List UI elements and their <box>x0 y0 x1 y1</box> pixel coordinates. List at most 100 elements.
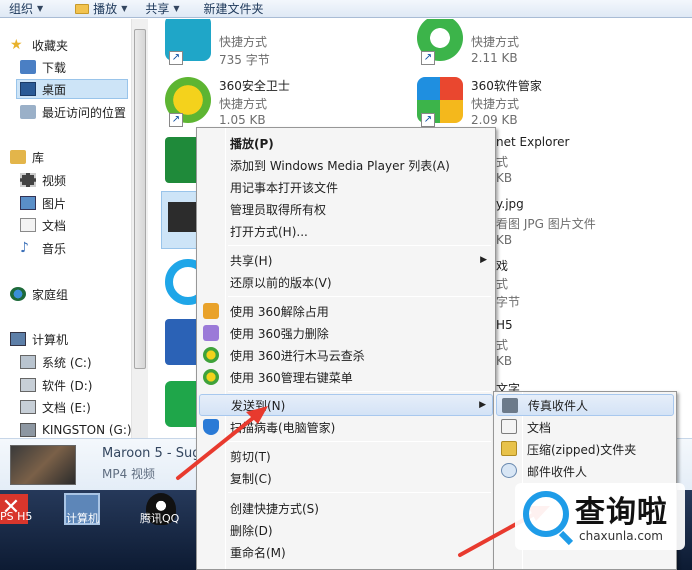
jpg-size: KB <box>496 233 513 247</box>
menu-rename[interactable]: 重命名(M) <box>199 541 493 563</box>
nav-computer[interactable]: 计算机 <box>10 329 68 349</box>
menu-360-unlock[interactable]: 使用 360解除占用 <box>199 300 493 322</box>
nav-pictures[interactable]: 图片 <box>20 193 66 213</box>
nav-drive-g[interactable]: KINGSTON (G:) <box>20 420 131 438</box>
nav-drive-d[interactable]: 软件 (D:) <box>20 375 92 395</box>
watermark: 查询啦 chaxunla.com <box>515 483 685 550</box>
shortcut-arrow-icon: ↗ <box>421 113 435 127</box>
menu-360-force-delete[interactable]: 使用 360强力删除 <box>199 322 493 344</box>
selected-file-title: Maroon 5 - Sug <box>102 446 201 461</box>
menu-label: 使用 360进行木马云查杀 <box>230 348 365 363</box>
share-label: 共享 <box>145 2 170 16</box>
ie-name: net Explorer <box>496 135 570 149</box>
nav-favorites[interactable]: ★ 收藏夹 <box>10 35 68 55</box>
sendto-documents[interactable]: 文档 <box>496 416 674 438</box>
file-name: 360软件管家 <box>471 79 542 93</box>
menu-copy[interactable]: 复制(C) <box>199 467 493 489</box>
share-button[interactable]: 共享 ▼ <box>136 0 188 18</box>
nav-scrollbar[interactable] <box>131 19 148 438</box>
nav-videos[interactable]: 视频 <box>20 170 66 190</box>
menu-label: 使用 360强力删除 <box>230 326 329 341</box>
homegroup-icon <box>10 287 26 301</box>
documents-icon <box>501 419 517 434</box>
file-item[interactable]: ↗ 快捷方式 2.11 KB <box>401 19 651 81</box>
nav-drive-c[interactable]: 系统 (C:) <box>20 352 92 372</box>
drive-icon <box>20 400 36 414</box>
toolbar: 组织 ▼ 播放 ▼ 共享 ▼ 新建文件夹 <box>0 0 692 18</box>
play-icon <box>75 3 90 14</box>
menu-label: 文档 <box>527 420 552 435</box>
desktop-ps-h5-label[interactable]: PS H5 <box>0 510 32 523</box>
menu-scan-virus[interactable]: 扫描病毒(电脑管家) <box>199 416 493 438</box>
h5-name: H5 <box>496 318 513 332</box>
file-item[interactable]: ↗ 快捷方式 735 字节 <box>149 19 399 81</box>
nav-label: 收藏夹 <box>32 38 69 53</box>
play-label: 播放 <box>93 2 118 16</box>
menu-open-with[interactable]: 打开方式(H)... <box>199 220 493 242</box>
music-note-icon: ♪ <box>20 240 29 256</box>
nav-label: 桌面 <box>42 82 67 97</box>
system-drive-icon <box>20 355 36 369</box>
play-button[interactable]: 播放 ▼ <box>66 0 136 18</box>
watermark-brand: 查询啦 <box>575 495 668 530</box>
scrollbar-thumb[interactable] <box>134 29 146 369</box>
nav-label: 音乐 <box>42 241 67 256</box>
nav-label: 计算机 <box>32 332 69 347</box>
sendto-zip[interactable]: 压缩(zipped)文件夹 <box>496 438 674 460</box>
menu-label: 压缩(zipped)文件夹 <box>527 442 637 457</box>
video-library-icon <box>20 173 36 187</box>
menu-label: 使用 360管理右键菜单 <box>230 370 353 385</box>
shortcut-arrow-icon: ↗ <box>421 51 435 65</box>
nav-downloads[interactable]: 下载 <box>20 57 66 77</box>
watermark-url: chaxunla.com <box>579 529 663 543</box>
menu-take-ownership[interactable]: 管理员取得所有权 <box>199 198 493 220</box>
computer-icon <box>10 332 26 346</box>
menu-restore-versions[interactable]: 还原以前的版本(V) <box>199 271 493 293</box>
drive-icon <box>20 378 36 392</box>
menu-play[interactable]: 播放(P) <box>199 132 493 154</box>
new-folder-button[interactable]: 新建文件夹 <box>195 0 273 18</box>
menu-separator <box>228 391 491 392</box>
nav-desktop[interactable]: 桌面 <box>16 79 128 99</box>
nav-label: 文档 <box>42 218 67 233</box>
menu-cut[interactable]: 剪切(T) <box>199 445 493 467</box>
file-type: 快捷方式 <box>219 35 268 49</box>
menu-360-manage-menu[interactable]: 使用 360管理右键菜单 <box>199 366 493 388</box>
nav-drive-e[interactable]: 文档 (E:) <box>20 397 91 417</box>
file-size: 2.09 KB <box>471 113 518 127</box>
menu-share[interactable]: 共享(H) ▶ <box>199 249 493 271</box>
nav-libraries[interactable]: 库 <box>10 147 44 167</box>
nav-label: 视频 <box>42 173 67 188</box>
search-magnifier-logo-icon <box>523 491 569 537</box>
menu-create-shortcut[interactable]: 创建快捷方式(S) <box>199 497 493 519</box>
360-shredder-icon <box>203 325 219 341</box>
menu-separator <box>228 296 491 297</box>
menu-separator <box>228 441 491 442</box>
organize-button[interactable]: 组织 ▼ <box>0 0 52 18</box>
nav-label: KINGSTON (G:) <box>42 423 131 437</box>
jpg-type: 看图 JPG 图片文件 <box>496 217 596 231</box>
menu-label: 使用 360解除占用 <box>230 304 329 319</box>
menu-add-wmp[interactable]: 添加到 Windows Media Player 列表(A) <box>199 154 493 176</box>
nav-music[interactable]: ♪ 音乐 <box>20 238 66 258</box>
navigation-pane: ★ 收藏夹 下载 桌面 最近访问的位置 库 视频 图片 文档 ♪ 音乐 家庭组 … <box>0 19 131 438</box>
nav-label: 库 <box>32 150 45 165</box>
nav-label: 下载 <box>42 60 67 75</box>
nav-label: 家庭组 <box>32 287 69 302</box>
nav-recent[interactable]: 最近访问的位置 <box>20 102 126 122</box>
nav-documents[interactable]: 文档 <box>20 215 66 235</box>
menu-360-trojan-scan[interactable]: 使用 360进行木马云查杀 <box>199 344 493 366</box>
menu-delete[interactable]: 删除(D) <box>199 519 493 541</box>
desktop-computer-label[interactable]: 计算机 <box>66 510 99 526</box>
desktop-qq-label[interactable]: 腾讯QQ <box>140 510 179 526</box>
sendto-fax[interactable]: 传真收件人 <box>496 394 674 416</box>
nav-homegroup[interactable]: 家庭组 <box>10 284 68 304</box>
menu-label: 扫描病毒(电脑管家) <box>230 420 336 435</box>
file-name: 360安全卫士 <box>219 79 290 93</box>
menu-open-notepad[interactable]: 用记事本打开该文件 <box>199 176 493 198</box>
chevron-down-icon: ▼ <box>121 4 128 13</box>
sendto-mail[interactable]: 邮件收件人 <box>496 460 674 482</box>
zip-folder-icon <box>501 441 517 456</box>
menu-send-to[interactable]: 发送到(N) ▶ <box>199 394 493 416</box>
360-security-icon <box>203 347 219 363</box>
